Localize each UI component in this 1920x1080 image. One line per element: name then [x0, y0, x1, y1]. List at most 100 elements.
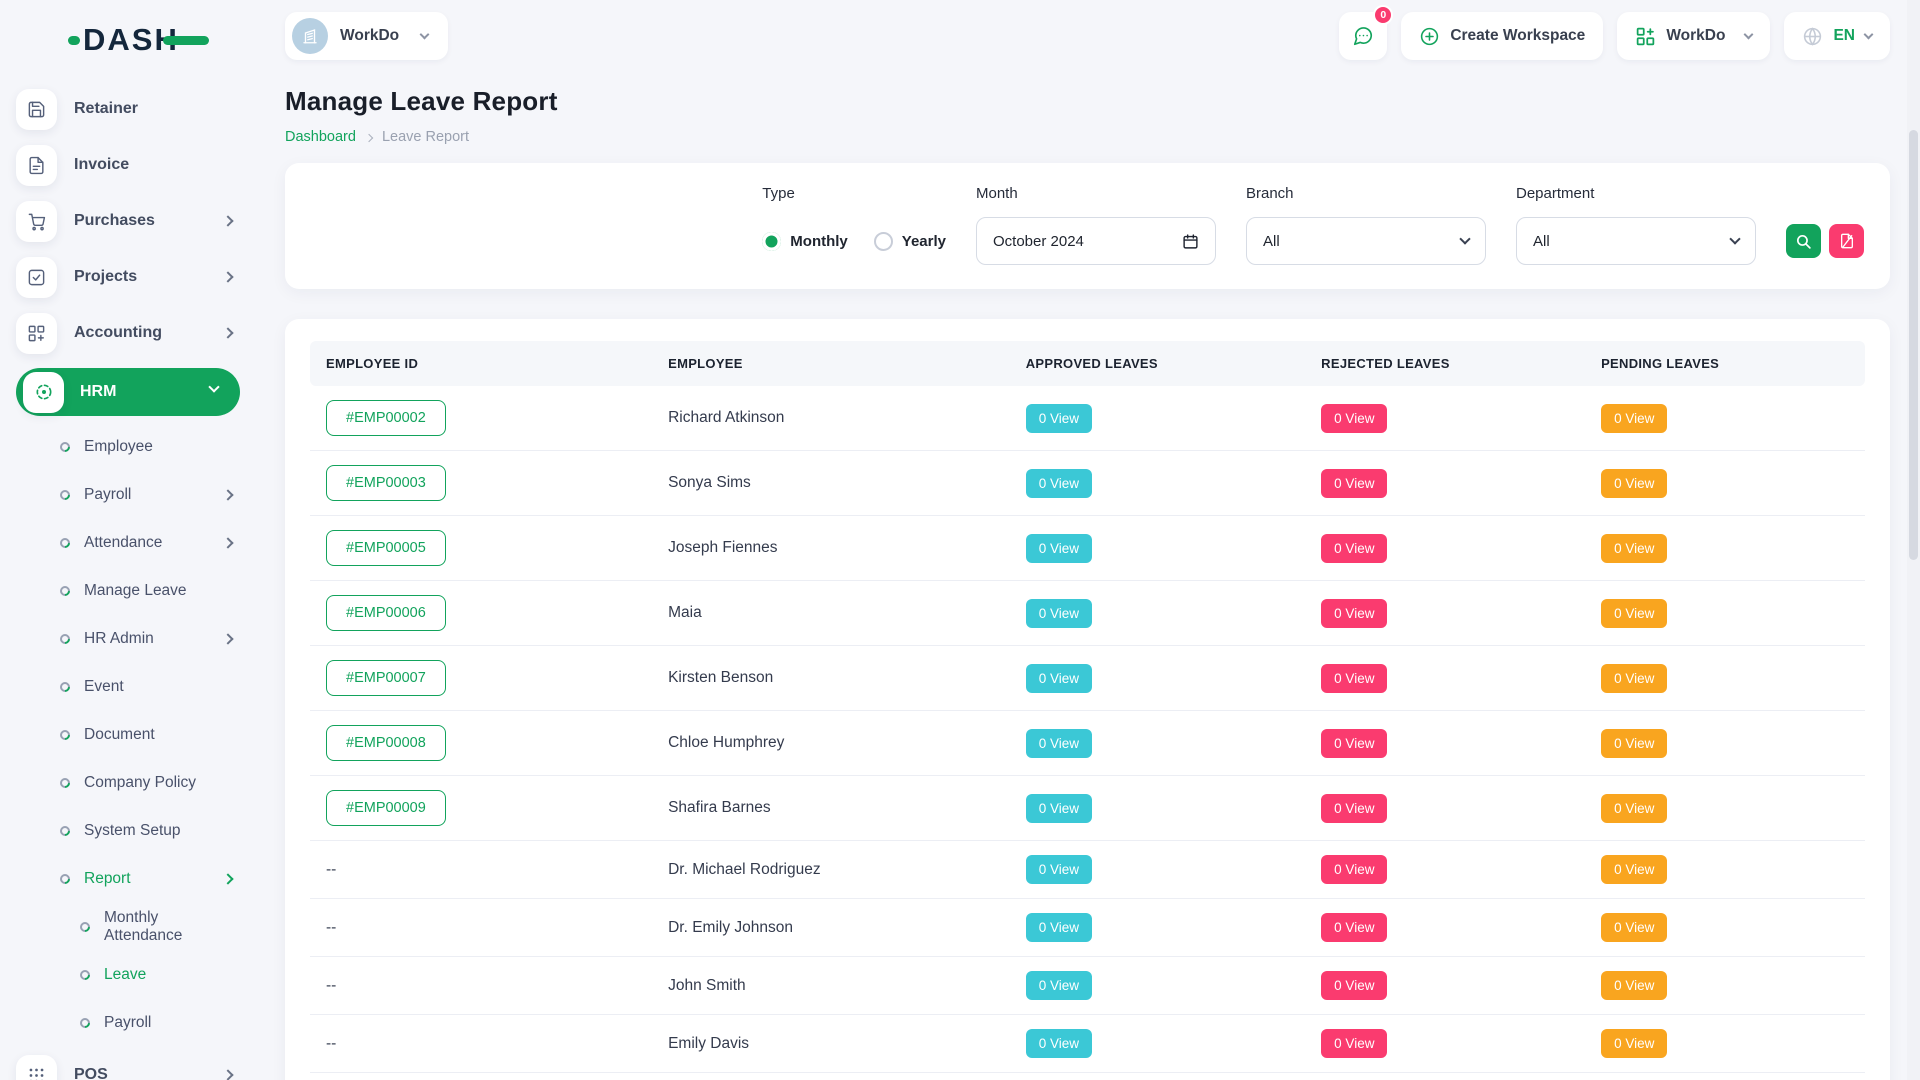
create-workspace-button[interactable]: Create Workspace [1401, 12, 1603, 60]
breadcrumb: Dashboard Leave Report [285, 129, 1890, 145]
approved-views-badge[interactable]: 0 View [1026, 469, 1092, 498]
approved-views-badge[interactable]: 0 View [1026, 664, 1092, 693]
employee-id-empty: -- [326, 919, 336, 936]
logo-dash-accent [163, 36, 209, 45]
employee-id-empty: -- [326, 861, 336, 878]
rejected-views-badge[interactable]: 0 View [1321, 855, 1387, 884]
pending-views-badge[interactable]: 0 View [1601, 534, 1667, 563]
sidebar-item-invoice[interactable]: Invoice [16, 144, 262, 186]
rejected-views-badge[interactable]: 0 View [1321, 971, 1387, 1000]
employee-name: John Smith [668, 977, 746, 994]
search-button[interactable] [1786, 224, 1821, 258]
grid-dots-icon [16, 1055, 57, 1080]
workspace-selector[interactable]: WorkDo [285, 12, 448, 60]
sidebar-item-manage-leave[interactable]: Manage Leave [16, 574, 262, 608]
sidebar-item-pos[interactable]: POS [16, 1054, 262, 1080]
pending-views-badge[interactable]: 0 View [1601, 404, 1667, 433]
pending-views-badge[interactable]: 0 View [1601, 855, 1667, 884]
employee-name: Richard Atkinson [668, 409, 784, 426]
sidebar-item-purchases[interactable]: Purchases [16, 200, 262, 242]
sidebar-item-label: Payroll [104, 1014, 151, 1032]
brand-logo[interactable]: DASH [16, 18, 262, 62]
sidebar-item-attendance[interactable]: Attendance [16, 526, 262, 560]
sidebar-item-system-setup[interactable]: System Setup [16, 814, 262, 848]
sidebar-item-monthly-attendance[interactable]: Monthly Attendance [16, 910, 262, 944]
pending-views-badge[interactable]: 0 View [1601, 729, 1667, 758]
reset-filter-button[interactable] [1829, 224, 1864, 258]
rejected-views-badge[interactable]: 0 View [1321, 404, 1387, 433]
rejected-views-badge[interactable]: 0 View [1321, 794, 1387, 823]
employee-id-chip[interactable]: #EMP00005 [326, 530, 446, 566]
workdo-apps-menu[interactable]: WorkDo [1617, 12, 1770, 60]
employee-id-chip[interactable]: #EMP00006 [326, 595, 446, 631]
workdo-menu-label: WorkDo [1666, 27, 1725, 45]
sidebar-nav: Retainer Invoice Purchases Projects [16, 88, 262, 1080]
rejected-views-badge[interactable]: 0 View [1321, 729, 1387, 758]
branch-label: Branch [1246, 185, 1486, 202]
pending-views-badge[interactable]: 0 View [1601, 1029, 1667, 1058]
sidebar-item-label: Attendance [84, 534, 162, 552]
sidebar-item-retainer[interactable]: Retainer [16, 88, 262, 130]
pending-views-badge[interactable]: 0 View [1601, 913, 1667, 942]
employee-id-chip[interactable]: #EMP00007 [326, 660, 446, 696]
branch-value: All [1263, 233, 1280, 250]
month-input[interactable]: October 2024 [976, 217, 1216, 265]
sidebar-item-hrm[interactable]: HRM [16, 368, 240, 416]
approved-views-badge[interactable]: 0 View [1026, 971, 1092, 1000]
plus-circle-icon [1419, 26, 1440, 47]
employee-id-chip[interactable]: #EMP00009 [326, 790, 446, 826]
employee-name: Emily Davis [668, 1035, 749, 1052]
sidebar-item-event[interactable]: Event [16, 670, 262, 704]
approved-views-badge[interactable]: 0 View [1026, 729, 1092, 758]
chevron-right-icon [222, 873, 233, 884]
employee-id-chip[interactable]: #EMP00002 [326, 400, 446, 436]
sidebar-item-document[interactable]: Document [16, 718, 262, 752]
employee-id-chip[interactable]: #EMP00008 [326, 725, 446, 761]
pending-views-badge[interactable]: 0 View [1601, 469, 1667, 498]
approved-views-badge[interactable]: 0 View [1026, 913, 1092, 942]
sidebar-item-company-policy[interactable]: Company Policy [16, 766, 262, 800]
approved-views-badge[interactable]: 0 View [1026, 1029, 1092, 1058]
sidebar-item-report-payroll[interactable]: Payroll [16, 1006, 262, 1040]
rejected-views-badge[interactable]: 0 View [1321, 913, 1387, 942]
sidebar-item-accounting[interactable]: Accounting [16, 312, 262, 354]
department-select[interactable]: All [1516, 217, 1756, 265]
messages-button[interactable]: 0 [1339, 12, 1387, 60]
rejected-views-badge[interactable]: 0 View [1321, 469, 1387, 498]
bullet-icon [78, 920, 92, 934]
chevron-right-icon [222, 271, 233, 282]
approved-views-badge[interactable]: 0 View [1026, 794, 1092, 823]
page-scrollbar[interactable] [1907, 0, 1920, 1080]
employee-id-chip[interactable]: #EMP00003 [326, 465, 446, 501]
rejected-views-badge[interactable]: 0 View [1321, 534, 1387, 563]
table-row: --Dr. Emily Johnson0 View0 View0 View [310, 899, 1865, 957]
create-workspace-label: Create Workspace [1450, 27, 1585, 45]
chevron-right-icon [222, 489, 233, 500]
rejected-views-badge[interactable]: 0 View [1321, 1029, 1387, 1058]
sidebar-item-projects[interactable]: Projects [16, 256, 262, 298]
rejected-views-badge[interactable]: 0 View [1321, 664, 1387, 693]
approved-views-badge[interactable]: 0 View [1026, 404, 1092, 433]
breadcrumb-dashboard-link[interactable]: Dashboard [285, 129, 356, 145]
pending-views-badge[interactable]: 0 View [1601, 971, 1667, 1000]
scrollbar-thumb[interactable] [1909, 130, 1918, 560]
sidebar-item-employee[interactable]: Employee [16, 430, 262, 464]
pending-views-badge[interactable]: 0 View [1601, 599, 1667, 628]
sidebar-item-label: System Setup [84, 822, 181, 840]
radio-monthly[interactable]: Monthly [762, 232, 848, 251]
approved-views-badge[interactable]: 0 View [1026, 855, 1092, 884]
pending-views-badge[interactable]: 0 View [1601, 794, 1667, 823]
sidebar-item-leave[interactable]: Leave [16, 958, 262, 992]
branch-select[interactable]: All [1246, 217, 1486, 265]
sidebar-item-hr-admin[interactable]: HR Admin [16, 622, 262, 656]
approved-views-badge[interactable]: 0 View [1026, 599, 1092, 628]
approved-views-badge[interactable]: 0 View [1026, 534, 1092, 563]
column-header: EMPLOYEE [652, 341, 1010, 386]
sidebar-item-report[interactable]: Report [16, 862, 262, 896]
rejected-views-badge[interactable]: 0 View [1321, 599, 1387, 628]
bullet-icon [58, 776, 72, 790]
radio-yearly[interactable]: Yearly [874, 232, 946, 251]
pending-views-badge[interactable]: 0 View [1601, 664, 1667, 693]
language-selector[interactable]: EN [1784, 12, 1890, 60]
sidebar-item-payroll[interactable]: Payroll [16, 478, 262, 512]
